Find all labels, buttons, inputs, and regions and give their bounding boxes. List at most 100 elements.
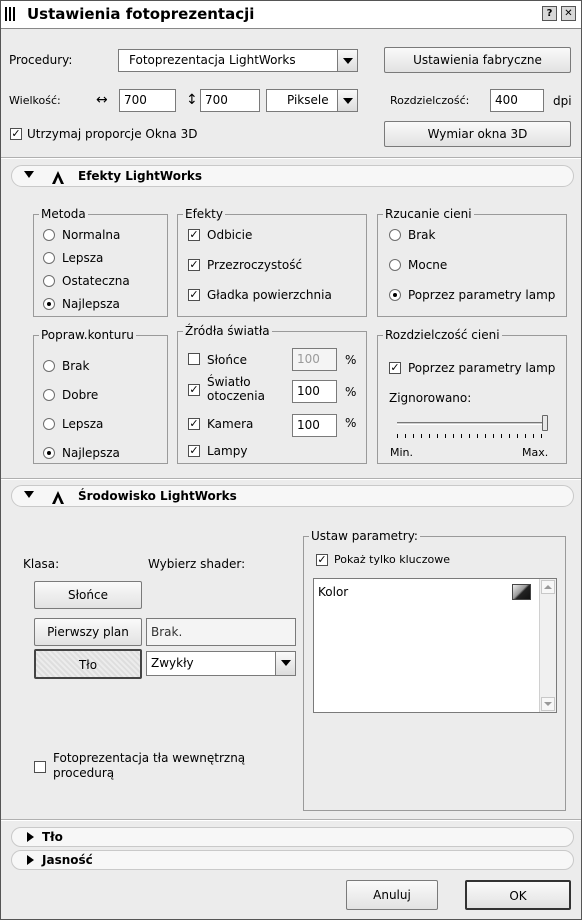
triangle-right-icon [27, 832, 34, 842]
color-swatch-icon[interactable] [512, 584, 531, 600]
keep-ratio-label: Utrzymaj proporcje Okna 3D [27, 127, 198, 141]
section-brightness[interactable]: Jasność [11, 850, 574, 870]
help-button[interactable]: ? [542, 6, 557, 21]
ok-button[interactable]: OK [465, 880, 571, 910]
light-label-ambient: Światło otoczenia [207, 375, 265, 403]
effect-checkbox-smooth[interactable]: ✓ [188, 289, 200, 301]
slider-thumb[interactable] [542, 415, 548, 431]
procedures-label: Procedury: [9, 53, 73, 67]
class-sun-button[interactable]: Słońce [34, 581, 142, 609]
contour-radio-good[interactable] [43, 389, 55, 401]
light-checkbox-lamps[interactable]: ✓ [188, 445, 200, 457]
height-input[interactable]: 700 [200, 89, 260, 112]
light-unit-camera: % [345, 416, 357, 430]
slider-max-label: Max. [522, 446, 549, 459]
light-label-lamps: Lampy [207, 444, 248, 458]
grip-icon [5, 7, 23, 23]
light-checkbox-sun[interactable] [188, 353, 200, 365]
ignored-label: Zignorowano: [389, 391, 472, 405]
width-input[interactable]: 700 [119, 89, 176, 112]
background-shader-value: Zwykły [151, 656, 194, 670]
contour-title: Popraw.konturu [39, 328, 136, 342]
contour-label-better: Lepsza [62, 417, 104, 431]
params-title: Ustaw parametry: [309, 529, 420, 543]
light-unit-sun: % [345, 353, 357, 367]
procedure-select[interactable]: Fotoprezentacja LightWorks [118, 49, 358, 72]
section-lightworks-environment[interactable]: Środowisko LightWorks [11, 485, 574, 507]
internal-procedure-checkbox[interactable] [34, 761, 46, 773]
triangle-down-icon [24, 171, 34, 178]
shadow-res-checkbox[interactable]: ✓ [389, 362, 401, 374]
shadow-label-lamps: Poprzez parametry lamp [408, 288, 556, 302]
method-radio-better[interactable] [43, 252, 55, 264]
chevron-down-icon [275, 652, 295, 675]
method-radio-final[interactable] [43, 275, 55, 287]
section-lightworks-effects[interactable]: Efekty LightWorks [11, 165, 574, 187]
lightworks-logo-icon [52, 491, 64, 504]
scroll-up-icon[interactable] [541, 580, 555, 594]
cancel-button[interactable]: Anuluj [346, 880, 438, 910]
light-checkbox-camera[interactable]: ✓ [188, 418, 200, 430]
effect-checkbox-reflection[interactable]: ✓ [188, 229, 200, 241]
contour-radio-none[interactable] [43, 360, 55, 372]
unit-value: Piksele [287, 93, 329, 107]
shadow-res-label: Poprzez parametry lamp [408, 361, 556, 375]
method-radio-best[interactable] [43, 298, 55, 310]
shader-label: Wybierz shader: [148, 557, 246, 571]
divider [1, 157, 581, 159]
method-title: Metoda [39, 207, 88, 221]
effect-label-reflection: Odbicie [207, 228, 253, 242]
scroll-down-icon[interactable] [541, 697, 555, 711]
title-bar[interactable]: Ustawienia fotoprezentacji ? ✕ [1, 1, 581, 29]
light-label-sun: Słońce [207, 353, 247, 367]
section-title: Efekty LightWorks [78, 169, 202, 183]
key-only-label: Pokaż tylko kluczowe [334, 553, 450, 566]
section-title: Środowisko LightWorks [78, 489, 237, 503]
size-label: Wielkość: [9, 94, 61, 107]
slider-min-label: Min. [390, 446, 414, 459]
section-title: Tło [42, 830, 63, 844]
contour-label-none: Brak [62, 359, 90, 373]
close-button[interactable]: ✕ [561, 6, 576, 21]
light-checkbox-ambient[interactable]: ✓ [188, 384, 200, 396]
width-arrow-icon: ↔ [96, 92, 108, 108]
param-item-color[interactable]: Kolor [318, 585, 348, 599]
section-background[interactable]: Tło [11, 827, 574, 847]
light-unit-ambient: % [345, 385, 357, 399]
contour-radio-better[interactable] [43, 418, 55, 430]
divider [1, 819, 581, 821]
window-title: Ustawienia fotoprezentacji [27, 5, 255, 23]
resolution-input[interactable]: 400 [490, 89, 544, 112]
class-foreground-button[interactable]: Pierwszy plan [34, 618, 142, 646]
triangle-down-icon [24, 491, 34, 498]
shadow-label-none: Brak [408, 228, 436, 242]
method-label-final: Ostateczna [62, 274, 130, 288]
params-scrollbar[interactable] [539, 579, 556, 712]
shadow-radio-lamps[interactable] [389, 289, 401, 301]
params-list[interactable]: Kolor [313, 578, 557, 713]
keep-ratio-checkbox[interactable]: ✓ [10, 128, 22, 140]
chevron-down-icon [337, 90, 357, 111]
background-shader-select[interactable]: Zwykły [146, 651, 296, 676]
shadow-radio-none[interactable] [389, 229, 401, 241]
light-input-camera[interactable]: 100 [292, 414, 337, 437]
contour-radio-best[interactable] [43, 447, 55, 459]
shadow-radio-strong[interactable] [389, 259, 401, 271]
shadow-res-slider[interactable] [397, 422, 548, 425]
internal-procedure-line1: Fotoprezentacja tła wewnętrzną [53, 751, 246, 765]
unit-select[interactable]: Piksele [266, 89, 358, 112]
triangle-right-icon [27, 855, 34, 865]
effect-label-transparency: Przezroczystość [207, 258, 303, 272]
resolution-unit: dpi [553, 94, 572, 108]
window3d-size-button[interactable]: Wymiar okna 3D [384, 121, 571, 147]
method-radio-normal[interactable] [43, 229, 55, 241]
class-background-button[interactable]: Tło [34, 649, 142, 679]
effect-checkbox-transparency[interactable]: ✓ [188, 259, 200, 271]
procedure-value: Fotoprezentacja LightWorks [129, 53, 296, 67]
light-input-ambient[interactable]: 100 [292, 380, 337, 403]
shadow-resolution-title: Rozdzielczość cieni [383, 328, 502, 342]
effect-label-smooth: Gładka powierzchnia [207, 288, 332, 302]
key-only-checkbox[interactable]: ✓ [316, 554, 328, 566]
light-input-sun[interactable]: 100 [292, 348, 337, 371]
factory-settings-button[interactable]: Ustawienia fabryczne [384, 47, 571, 73]
